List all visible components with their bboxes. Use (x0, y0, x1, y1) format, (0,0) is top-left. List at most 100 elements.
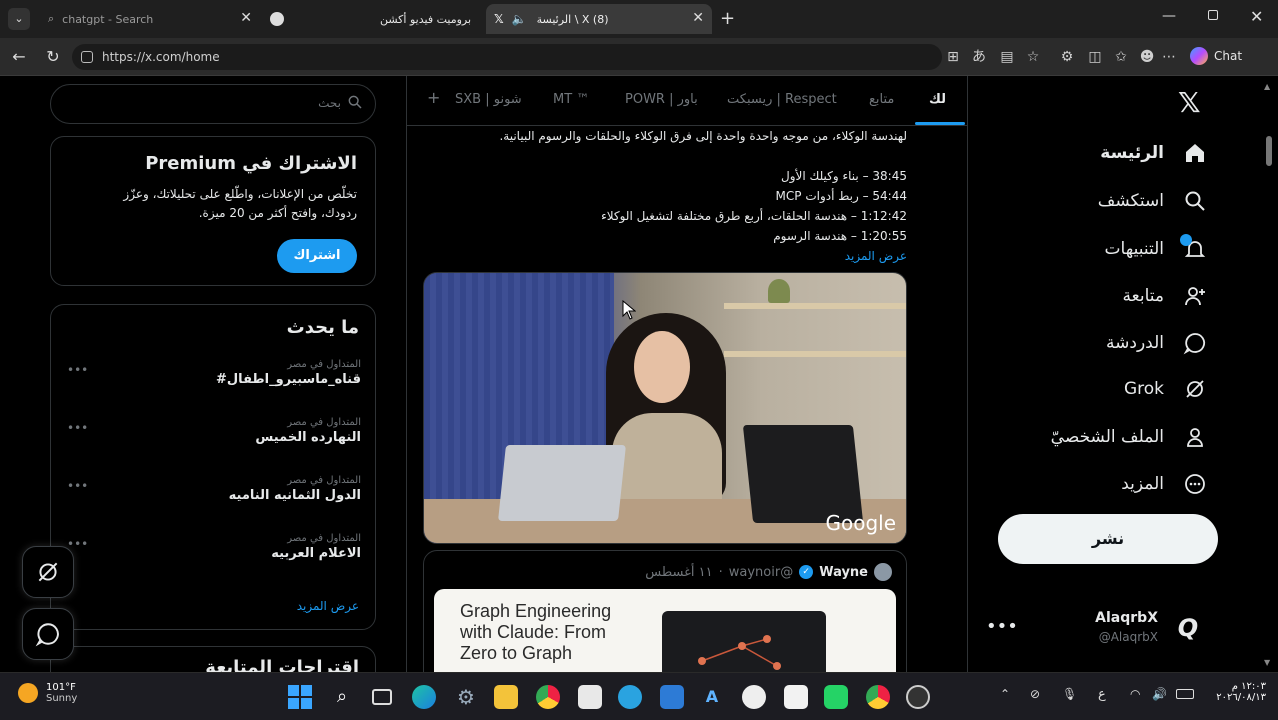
tab-mt[interactable]: MT ™ (553, 92, 589, 107)
trend-item[interactable]: المتداول في مصر النهارده الخميس ••• (65, 417, 361, 457)
browser-tab-x-home[interactable]: 𝕏 🔈 الرئيسة \ X (8) ✕ (486, 4, 712, 34)
nav-more[interactable]: المزيد (1121, 469, 1208, 499)
trend-item[interactable]: المتداول في مصر الدول الثمانيه الناميه •… (65, 475, 361, 515)
obs-icon[interactable] (906, 685, 930, 709)
browser-tab-search[interactable]: ⌕ chatgpt - Search ✕ (38, 4, 260, 34)
tray-battery-icon[interactable] (1176, 689, 1194, 699)
back-button[interactable]: ← (8, 46, 30, 68)
tweet-author[interactable]: Wayne (819, 565, 868, 580)
scroll-up-arrow[interactable]: ▲ (1264, 82, 1270, 91)
site-info-icon[interactable] (81, 51, 93, 63)
tray-volume-icon[interactable]: 🔊 (1152, 687, 1167, 701)
url-field[interactable]: https://x.com/home (72, 44, 942, 70)
weather-widget[interactable]: 101°F Sunny (18, 682, 77, 704)
nav-notifications[interactable]: التنبيهات (1105, 234, 1208, 264)
restore-button[interactable] (1208, 10, 1218, 20)
separator-dot: · (718, 564, 723, 580)
task-view-icon[interactable] (372, 689, 392, 705)
add-tab-icon[interactable]: + (427, 88, 440, 107)
post-button[interactable]: نشر (998, 514, 1218, 564)
favorites-icon[interactable]: ✩ (1112, 48, 1130, 66)
copilot-chat-button[interactable]: Chat (1190, 47, 1242, 65)
avatar: Q (1177, 614, 1199, 642)
file-explorer-icon[interactable] (494, 685, 518, 709)
close-window-button[interactable]: ✕ (1250, 7, 1263, 26)
tray-chevron-icon[interactable]: ⌃ (1000, 687, 1010, 701)
subscribe-button[interactable]: اشتراك (277, 239, 357, 273)
extension-icon[interactable]: ⚙ (1058, 48, 1076, 66)
browser-tab-video[interactable]: بروميت فيديو أكشن (262, 4, 484, 34)
scroll-down-arrow[interactable]: ▼ (1264, 658, 1270, 667)
tweet-date[interactable]: ١١ أغسطس (645, 565, 712, 580)
close-icon[interactable]: ✕ (692, 10, 704, 26)
chrome-icon[interactable] (536, 685, 560, 709)
more-dots-icon[interactable]: ••• (67, 421, 88, 435)
tray-mic-icon[interactable]: 🎙 (1062, 687, 1077, 701)
new-tab-button[interactable]: + (720, 8, 735, 29)
trend-item[interactable]: المتداول في مصر #قناه_ماسبيرو_اطفال ••• (65, 359, 361, 399)
clock[interactable]: ١٢:٠٣ م ٢٠٢٦/٠٨/١٣ (1206, 681, 1266, 703)
tweet-card-2[interactable]: Wayne ✓ @waynoir · ١١ أغسطس Graph Engine… (423, 550, 907, 672)
favorite-star-icon[interactable]: ☆ (1024, 48, 1042, 66)
more-dots-icon[interactable]: ••• (67, 363, 88, 377)
windows-start-icon[interactable] (288, 685, 312, 709)
apps-icon[interactable]: ⊞ (944, 48, 962, 66)
chrome-profile-icon[interactable] (866, 685, 890, 709)
vscode-icon[interactable] (660, 685, 684, 709)
reload-button[interactable]: ↻ (42, 46, 64, 68)
page-scrollbar[interactable] (1266, 136, 1272, 166)
nav-profile[interactable]: الملف الشخصيّ (1051, 422, 1208, 452)
tab-for-you[interactable]: لك (929, 92, 946, 107)
video-laptop-right (742, 425, 864, 523)
tab-sxb[interactable]: SXB | شونو (455, 92, 522, 107)
edge-icon[interactable] (412, 685, 436, 709)
tab-following[interactable]: متابع (869, 92, 894, 107)
trending-show-more[interactable]: عرض المزيد (297, 599, 359, 613)
close-icon[interactable]: ✕ (240, 10, 252, 26)
account-switcher[interactable]: ••• AlaqrbX @AlaqrbX Q (980, 606, 1220, 654)
tray-network-icon[interactable]: ⊘ (1030, 687, 1040, 701)
search-box[interactable]: بحث (50, 84, 376, 124)
active-tab-indicator (915, 122, 965, 125)
whatsapp-icon[interactable] (824, 685, 848, 709)
weather-temp: 101°F (46, 682, 76, 693)
nav-grok[interactable]: Grok (1124, 374, 1208, 404)
translate-icon[interactable]: あ (970, 48, 988, 66)
show-more-link[interactable]: عرض المزيد (437, 246, 907, 266)
tab-respect[interactable]: ريسبكت | Respect (727, 92, 837, 107)
search-icon[interactable]: ⌕ (330, 685, 354, 709)
affinity-icon[interactable] (784, 685, 808, 709)
github-icon[interactable] (742, 685, 766, 709)
tweet-handle[interactable]: @waynoir (729, 565, 793, 580)
reader-icon[interactable]: ▤ (998, 48, 1016, 66)
settings-icon[interactable]: ⚙ (454, 685, 478, 709)
x-logo-icon[interactable]: 𝕏 (1178, 86, 1201, 119)
calendar-icon[interactable] (578, 685, 602, 709)
trending-title: ما يحدث (286, 317, 359, 338)
more-dots-icon[interactable]: ••• (67, 479, 88, 493)
profile-icon[interactable]: ☻ (1138, 48, 1156, 66)
nav-follow[interactable]: متابعة (1123, 281, 1208, 311)
split-screen-icon[interactable]: ◫ (1086, 48, 1104, 66)
link-card-image[interactable]: Graph Engineering with Claude: From Zero… (434, 589, 896, 672)
more-dots-icon[interactable]: ••• (67, 537, 88, 551)
tweet-video[interactable]: Google (423, 272, 907, 544)
nav-home[interactable]: الرئيسة (1100, 138, 1208, 168)
speaker-icon[interactable]: 🔈 (512, 12, 527, 26)
more-icon[interactable]: ⋯ (1160, 48, 1178, 66)
tray-language[interactable]: ع (1098, 687, 1106, 702)
trend-item[interactable]: المتداول في مصر الاعلام العربيه ••• (65, 533, 361, 573)
premium-body-line: ردودك، وافتح أكثر من 20 ميزة. (198, 206, 357, 220)
nav-explore[interactable]: استكشف (1098, 186, 1208, 216)
nav-chat[interactable]: الدردشة (1106, 328, 1208, 358)
minimize-button[interactable]: — (1162, 8, 1176, 24)
app-a-icon[interactable]: A (700, 685, 724, 709)
video-shelf-lower (724, 351, 906, 357)
trend-context: المتداول في مصر (287, 475, 361, 486)
chat-float-button[interactable] (22, 608, 74, 660)
tab-powr[interactable]: POWR | باور (625, 92, 698, 107)
tab-list-button[interactable]: ⌄ (8, 8, 30, 30)
telegram-icon[interactable] (618, 685, 642, 709)
grok-float-button[interactable] (22, 546, 74, 598)
tray-wifi-icon[interactable]: ◠ (1130, 687, 1140, 701)
